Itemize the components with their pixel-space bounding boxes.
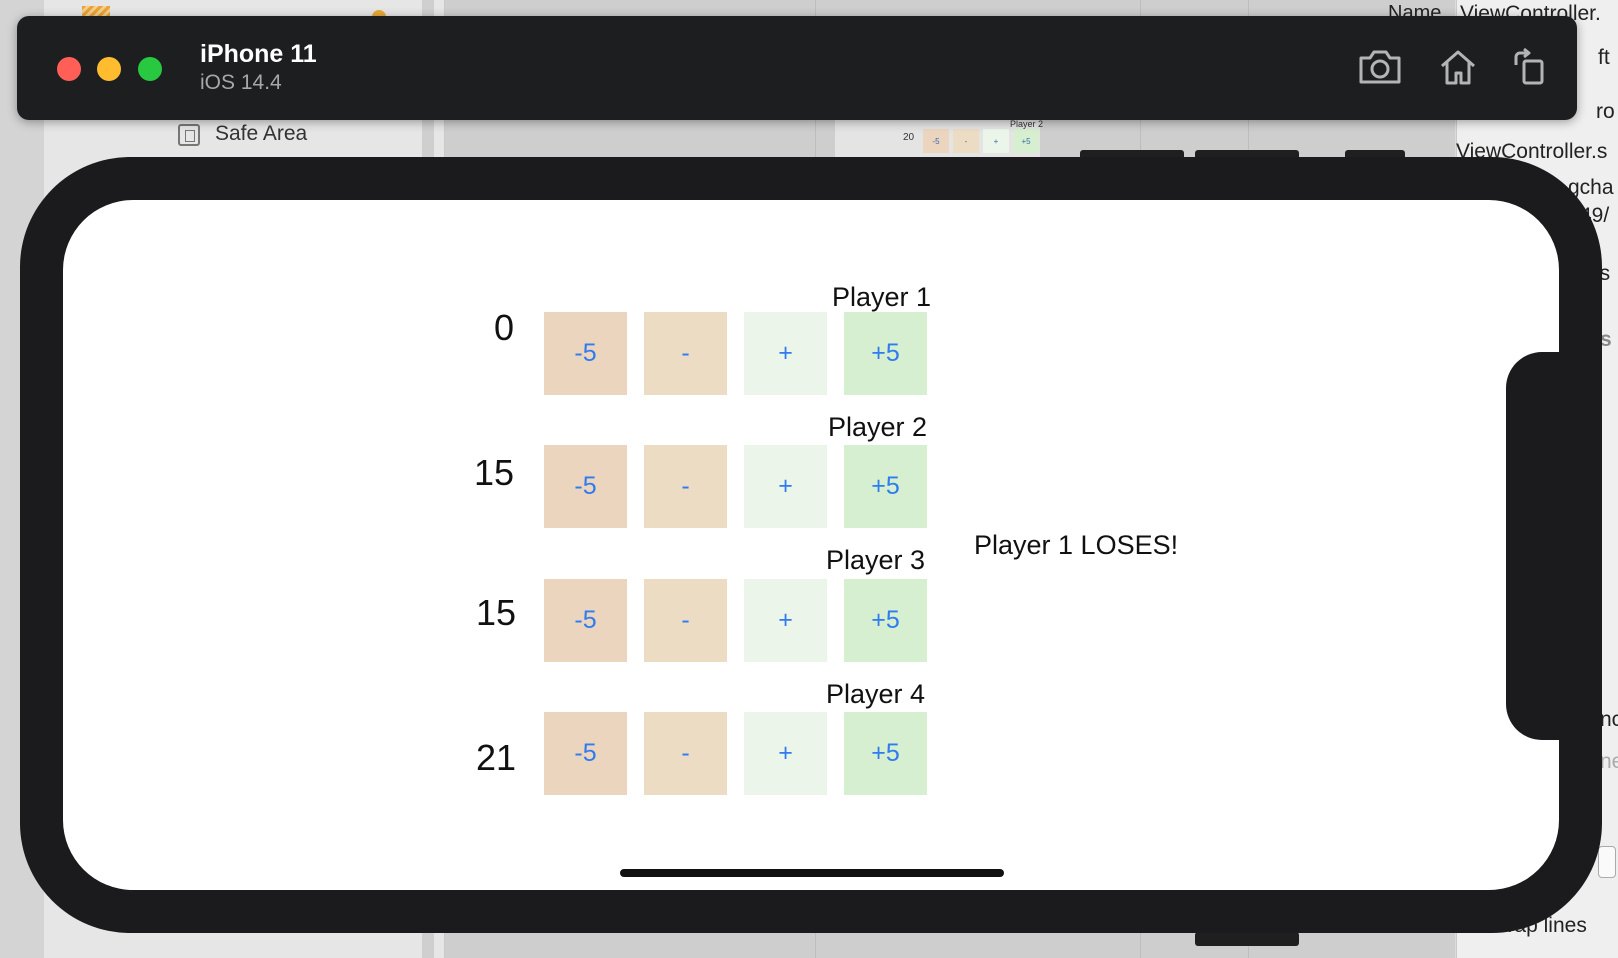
player-3-label: Player 3 [826, 545, 926, 575]
close-window-button[interactable] [57, 57, 81, 81]
storyboard-scene-icon [82, 6, 110, 16]
player-2-plus-one-button[interactable]: + [744, 445, 827, 528]
safe-area-icon [178, 124, 200, 146]
preview-button: -5 [923, 129, 949, 153]
player-2-minus-five-button[interactable]: -5 [544, 445, 627, 528]
preview-button: +5 [1013, 129, 1039, 153]
inspector-partial-text: ro [1596, 100, 1615, 123]
player-4-minus-one-button[interactable]: - [644, 712, 727, 795]
inspector-stepper[interactable] [1598, 846, 1616, 878]
os-version: iOS 14.4 [200, 71, 282, 94]
player-3-minus-five-button[interactable]: -5 [544, 579, 627, 662]
player-1-minus-five-button[interactable]: -5 [544, 312, 627, 395]
player-2-plus-five-button[interactable]: +5 [844, 445, 927, 528]
home-icon[interactable] [1435, 46, 1481, 88]
player-2-minus-one-button[interactable]: - [644, 445, 727, 528]
minimize-window-button[interactable] [97, 57, 121, 81]
inspector-partial-text: nc [1600, 708, 1618, 731]
player-1-score: 0 [493, 307, 514, 348]
canvas-control[interactable] [1195, 932, 1299, 946]
player-4-score: 21 [475, 737, 516, 778]
simulator-titlebar[interactable]: iPhone 11 iOS 14.4 [17, 16, 1577, 120]
preview-button: - [953, 129, 979, 153]
inspector-partial-text: ne [1600, 750, 1618, 773]
iphone-notch [1506, 352, 1566, 740]
player-1-label: Player 1 [832, 282, 932, 312]
home-indicator[interactable] [620, 869, 1004, 877]
player-4-plus-five-button[interactable]: +5 [844, 712, 927, 795]
device-name: iPhone 11 [200, 40, 317, 68]
game-status-message: Player 1 LOSES! [974, 530, 1179, 560]
player-1-plus-five-button[interactable]: +5 [844, 312, 927, 395]
player-4-plus-one-button[interactable]: + [744, 712, 827, 795]
zoom-window-button[interactable] [138, 57, 162, 81]
player-2-score: 15 [473, 452, 514, 493]
preview-button: + [983, 129, 1009, 153]
player-1-plus-one-button[interactable]: + [744, 312, 827, 395]
player-1-minus-one-button[interactable]: - [644, 312, 727, 395]
player-3-minus-one-button[interactable]: - [644, 579, 727, 662]
inspector-partial-text: ft [1598, 46, 1610, 69]
player-4-label: Player 4 [826, 679, 926, 709]
player-2-label: Player 2 [828, 412, 928, 442]
preview-player-label: Player 2 [1010, 119, 1044, 129]
player-3-plus-five-button[interactable]: +5 [844, 579, 927, 662]
player-4-minus-five-button[interactable]: -5 [544, 712, 627, 795]
screenshot-icon[interactable] [1357, 46, 1403, 88]
rotate-icon[interactable] [1507, 46, 1553, 88]
preview-score: 20 [903, 132, 915, 143]
player-3-plus-one-button[interactable]: + [744, 579, 827, 662]
nav-item-safe-area[interactable]: Safe Area [215, 122, 307, 146]
player-3-score: 15 [475, 592, 516, 633]
